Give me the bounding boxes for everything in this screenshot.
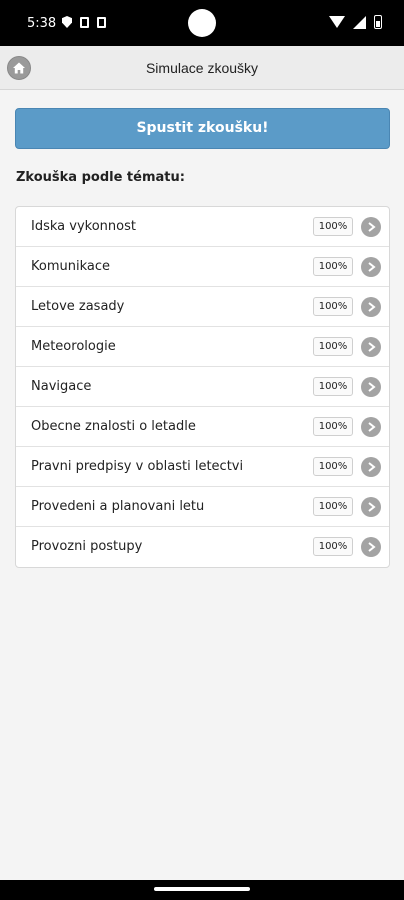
- notification-icon: [97, 16, 106, 28]
- topic-label: Obecne znalosti o letadle: [31, 419, 196, 434]
- topic-row[interactable]: Komunikace 100%: [16, 247, 389, 287]
- topic-label: Meteorologie: [31, 339, 116, 354]
- chevron-right-icon[interactable]: [361, 457, 381, 477]
- progress-badge: 100%: [313, 377, 353, 396]
- topic-label: Idska vykonnost: [31, 219, 136, 234]
- topic-row[interactable]: Idska vykonnost 100%: [16, 207, 389, 247]
- chevron-right-icon[interactable]: [361, 217, 381, 237]
- battery-icon: [374, 15, 382, 29]
- section-label: Zkouška podle tématu:: [16, 170, 185, 185]
- topic-row[interactable]: Provedeni a planovani letu 100%: [16, 487, 389, 527]
- progress-badge: 100%: [313, 457, 353, 476]
- chevron-right-icon[interactable]: [361, 337, 381, 357]
- progress-badge: 100%: [313, 257, 353, 276]
- progress-badge: 100%: [313, 497, 353, 516]
- chevron-right-icon[interactable]: [361, 257, 381, 277]
- app-header: Simulace zkoušky: [0, 46, 404, 90]
- topic-label: Provedeni a planovani letu: [31, 499, 205, 514]
- topic-label: Provozni postupy: [31, 539, 143, 554]
- progress-badge: 100%: [313, 297, 353, 316]
- topic-row[interactable]: Pravni predpisy v oblasti letectvi 100%: [16, 447, 389, 487]
- progress-badge: 100%: [313, 217, 353, 236]
- signal-icon: [353, 15, 366, 29]
- system-icons: [329, 15, 382, 29]
- chevron-right-icon[interactable]: [361, 417, 381, 437]
- topic-row[interactable]: Navigace 100%: [16, 367, 389, 407]
- topic-row[interactable]: Letove zasady 100%: [16, 287, 389, 327]
- shield-icon: [62, 16, 72, 28]
- topic-label: Letove zasady: [31, 299, 125, 314]
- camera-cutout: [188, 9, 216, 37]
- topic-label: Pravni predpisy v oblasti letectvi: [31, 459, 244, 474]
- status-bar: 5:38: [0, 0, 404, 46]
- status-time: 5:38: [27, 16, 57, 31]
- navigation-bar: [0, 880, 404, 900]
- start-exam-button[interactable]: Spustit zkoušku!: [15, 108, 390, 149]
- progress-badge: 100%: [313, 337, 353, 356]
- notification-icons: [62, 16, 106, 28]
- chevron-right-icon[interactable]: [361, 537, 381, 557]
- topic-row[interactable]: Meteorologie 100%: [16, 327, 389, 367]
- page-title: Simulace zkoušky: [145, 60, 259, 76]
- home-gesture-bar[interactable]: [154, 887, 250, 891]
- progress-badge: 100%: [313, 537, 353, 556]
- topic-row[interactable]: Provozni postupy 100%: [16, 527, 389, 567]
- chevron-right-icon[interactable]: [361, 497, 381, 517]
- wifi-icon: [329, 16, 345, 28]
- chevron-right-icon[interactable]: [361, 377, 381, 397]
- topic-label: Navigace: [31, 379, 92, 394]
- topic-list: Idska vykonnost 100% Komunikace 100% Letove …: [15, 206, 390, 568]
- topic-row[interactable]: Obecne znalosti o letadle 100%: [16, 407, 389, 447]
- chevron-right-icon[interactable]: [361, 297, 381, 317]
- sim-card-icon: [80, 16, 89, 28]
- topic-label: Komunikace: [31, 259, 110, 274]
- progress-badge: 100%: [313, 417, 353, 436]
